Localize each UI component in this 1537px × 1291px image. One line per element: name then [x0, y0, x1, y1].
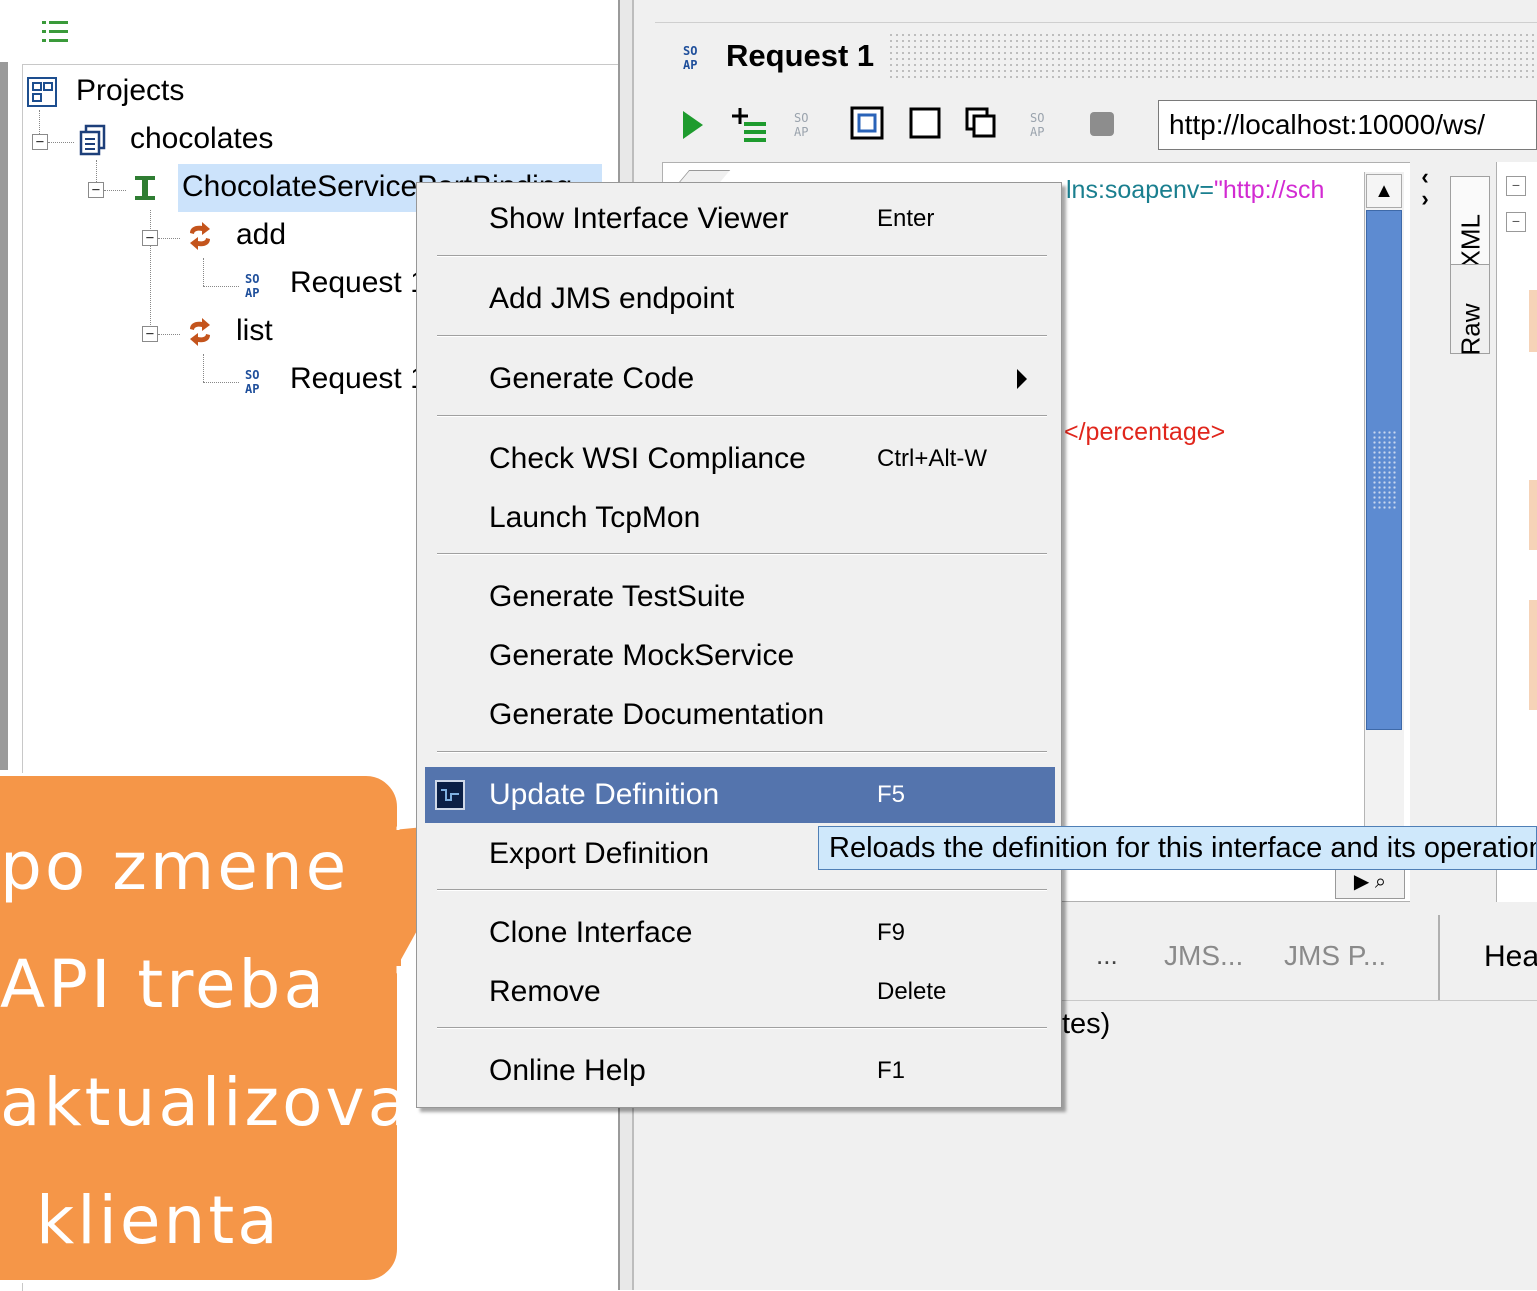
collapse-arrows-icon[interactable]: ‹ › [1414, 166, 1436, 212]
stop-icon[interactable] [1088, 110, 1116, 138]
soap-icon[interactable]: SOAP [1028, 108, 1058, 140]
menu-separator [437, 1027, 1047, 1029]
response-marker [1529, 600, 1537, 710]
bottom-tab-jms-headers[interactable]: JMS... [1164, 940, 1243, 972]
add-step-icon[interactable] [730, 104, 770, 144]
menu-item-generate-documentation[interactable]: Generate Documentation [417, 687, 1061, 743]
svg-text:SO: SO [245, 368, 259, 382]
tree-connector [150, 210, 151, 335]
menu-item-online-help[interactable]: Online Help F1 [417, 1043, 1061, 1099]
collapse-toggle[interactable]: − [142, 230, 158, 246]
submenu-arrow-icon [1017, 369, 1027, 389]
status-text: tes) [1062, 1008, 1111, 1040]
tree-connector [203, 354, 204, 382]
operation-icon [184, 220, 216, 252]
callout-line: klienta [36, 1182, 281, 1259]
tile-windows-icon[interactable] [964, 106, 998, 140]
tooltip: Reloads the definition for this interfac… [818, 826, 1537, 870]
menu-separator [437, 335, 1047, 337]
maximize-icon[interactable] [908, 106, 942, 140]
operation-icon [184, 316, 216, 348]
svg-text:AP: AP [683, 58, 697, 72]
soap-request-icon: SO AP [242, 366, 272, 396]
tree-connector [158, 238, 180, 239]
context-menu: Show Interface Viewer Enter Add JMS endpo… [416, 182, 1062, 1108]
svg-text:AP: AP [1030, 125, 1044, 139]
tree-root-projects[interactable]: Projects [76, 74, 184, 108]
tree-connector [158, 334, 180, 335]
menu-item-update-definition[interactable]: Update Definition F5 [425, 767, 1055, 823]
svg-text:AP: AP [245, 382, 259, 396]
response-marker [1529, 480, 1537, 550]
xml-namespace-line: lns:soapenv="http://sch [1066, 176, 1325, 204]
tree-project-chocolates[interactable]: chocolates [130, 122, 273, 156]
menu-separator [437, 415, 1047, 417]
menu-separator [437, 889, 1047, 891]
scroll-up-button[interactable]: ▲ [1366, 174, 1402, 208]
callout-line: aktualizovat' [0, 1064, 462, 1141]
soap-icon[interactable]: SOAP [792, 108, 822, 140]
tree-operation-list[interactable]: list [236, 314, 273, 348]
menu-separator [437, 751, 1047, 753]
menu-separator [437, 553, 1047, 555]
request-title: Request 1 [726, 38, 875, 73]
project-icon [78, 124, 108, 156]
menu-item-clone-interface[interactable]: Clone Interface F9 [417, 905, 1061, 961]
tab-xml[interactable]: XML [1450, 176, 1490, 268]
interface-icon [132, 172, 158, 204]
tree-connector [104, 190, 126, 191]
window-edge [0, 0, 8, 770]
bottom-tab-more[interactable]: ... [1096, 940, 1118, 971]
menu-item-show-interface-viewer[interactable]: Show Interface Viewer Enter [417, 191, 1061, 247]
collapse-toggle[interactable]: − [1506, 212, 1526, 232]
refresh-window-icon[interactable] [850, 106, 884, 140]
tree-connector [203, 286, 239, 287]
tab-raw[interactable]: Raw [1450, 264, 1490, 356]
tab-divider [1438, 915, 1440, 1000]
xml-closing-tag: </percentage> [1064, 418, 1226, 446]
menu-item-remove[interactable]: Remove Delete [417, 964, 1061, 1020]
update-definition-icon [435, 780, 465, 810]
svg-text:AP: AP [794, 125, 808, 139]
tree-connector [203, 382, 239, 383]
menu-item-generate-testsuite[interactable]: Generate TestSuite [417, 569, 1061, 625]
menu-item-generate-code[interactable]: Generate Code [417, 351, 1061, 407]
tree-connector [48, 142, 74, 143]
menu-item-add-jms-endpoint[interactable]: Add JMS endpoint [417, 271, 1061, 327]
svg-text:SO: SO [1030, 111, 1044, 125]
response-marker [1529, 290, 1537, 352]
callout-line: API treba [0, 946, 327, 1023]
projects-icon [26, 76, 58, 108]
callout-line: po zmene [0, 828, 350, 905]
response-tab-headers[interactable]: Hea [1484, 940, 1537, 974]
collapse-toggle[interactable]: − [32, 134, 48, 150]
collapse-toggle[interactable]: − [1506, 176, 1526, 196]
svg-text:AP: AP [245, 286, 259, 300]
svg-text:SO: SO [794, 111, 808, 125]
collapse-toggle[interactable]: − [88, 182, 104, 198]
svg-text:SO: SO [683, 44, 697, 58]
callout-text: po zmene API treba aktualizovat' klienta [0, 808, 462, 1280]
tree-operation-add[interactable]: add [236, 218, 286, 252]
endpoint-field[interactable]: http://localhost:10000/ws/ [1158, 100, 1537, 150]
menu-item-generate-mockservice[interactable]: Generate MockService [417, 628, 1061, 684]
navigator-toolbar [0, 0, 618, 62]
bottom-tab-jms-properties[interactable]: JMS P... [1284, 940, 1386, 972]
collapse-all-icon[interactable] [40, 18, 70, 46]
tree-request-add[interactable]: Request 1 [290, 266, 427, 300]
collapse-toggle[interactable]: − [142, 326, 158, 342]
tree-connector [203, 258, 204, 286]
editor-nav-buttons[interactable]: ▶ ⌕ [1335, 865, 1405, 899]
title-bar-pattern [888, 32, 1537, 80]
run-icon[interactable] [680, 108, 706, 142]
svg-text:SO: SO [245, 272, 259, 286]
tree-request-list[interactable]: Request 1 [290, 362, 427, 396]
soap-request-icon: SO AP [680, 42, 710, 72]
menu-item-check-wsi-compliance[interactable]: Check WSI Compliance Ctrl+Alt-W [417, 431, 1061, 487]
scrollbar-grip [1372, 430, 1396, 510]
soap-request-icon: SO AP [242, 270, 272, 300]
menu-item-launch-tcpmon[interactable]: Launch TcpMon [417, 490, 1061, 546]
menu-separator [437, 255, 1047, 257]
